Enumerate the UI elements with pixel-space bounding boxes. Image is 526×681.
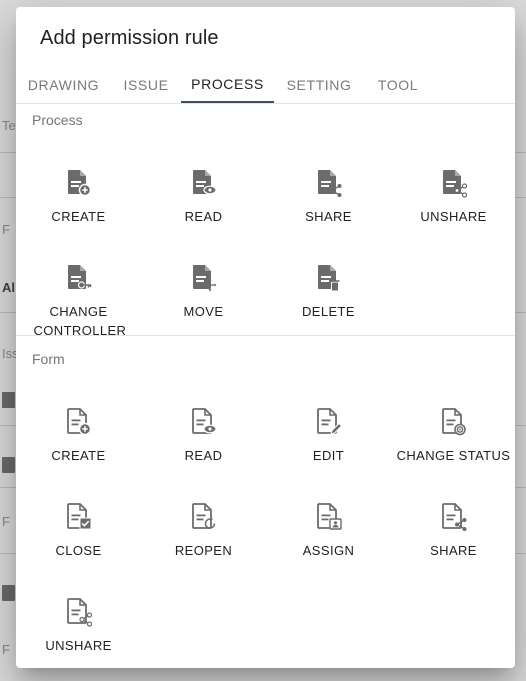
process-unshare-button[interactable]: UNSHARE — [391, 147, 515, 242]
tab-tool[interactable]: TOOL — [364, 67, 432, 103]
permission-label: ASSIGN — [302, 543, 355, 558]
background-form-icon — [2, 392, 15, 408]
process-share-button[interactable]: SHARE — [266, 147, 391, 242]
form-edit-icon — [313, 406, 345, 443]
form-close-button[interactable]: CLOSE — [16, 481, 141, 576]
process-move-button[interactable]: MOVE — [141, 242, 266, 337]
tab-process[interactable]: PROCESS — [181, 67, 274, 103]
tab-issue[interactable]: ISSUE — [111, 67, 181, 103]
form-add-icon — [63, 406, 95, 443]
form-permissions-grid: CREATE READ EDIT CHANGE STATUS CLOSE REO… — [16, 386, 515, 668]
section-title-process: Process — [32, 112, 83, 128]
file-share-icon — [313, 167, 345, 204]
file-eye-icon — [188, 167, 220, 204]
background-form-icon — [2, 585, 15, 601]
form-assign-icon — [313, 501, 345, 538]
section-title-form: Form — [32, 351, 65, 367]
tab-drawing[interactable]: DRAWING — [16, 67, 111, 103]
background-text: F — [2, 222, 10, 237]
permission-label: MOVE — [183, 304, 224, 319]
process-permissions-grid: CREATE READ SHARE UNSHARE CHANGE CONTROL… — [16, 147, 515, 338]
permission-category-tabs: DRAWING ISSUE PROCESS SETTING TOOL — [16, 67, 515, 104]
background-text: Al — [2, 280, 15, 295]
permission-label: CHANGE STATUS — [396, 448, 511, 463]
file-key-icon — [63, 262, 95, 299]
file-move-icon — [188, 262, 220, 299]
form-share-icon — [438, 501, 470, 538]
process-create-button[interactable]: CREATE — [16, 147, 141, 242]
permission-label: UNSHARE — [420, 209, 487, 224]
permission-label: READ — [184, 209, 223, 224]
add-permission-rule-dialog: Add permission rule DRAWING ISSUE PROCES… — [16, 7, 515, 668]
form-unshare-icon — [63, 596, 95, 633]
process-read-button[interactable]: READ — [141, 147, 266, 242]
background-text: Te — [2, 118, 16, 133]
form-unshare-button[interactable]: UNSHARE — [16, 576, 141, 668]
file-unshare-icon — [438, 167, 470, 204]
permission-label: DELETE — [302, 304, 355, 319]
permission-label: CLOSE — [55, 543, 102, 558]
file-delete-icon — [313, 262, 345, 299]
background-text: F — [2, 514, 10, 529]
section-divider — [16, 335, 515, 336]
form-reopen-button[interactable]: REOPEN — [141, 481, 266, 576]
permission-label: REOPEN — [174, 543, 233, 558]
permission-label: UNSHARE — [45, 638, 112, 653]
background-text: F — [2, 642, 10, 657]
file-add-icon — [63, 167, 95, 204]
form-share-button[interactable]: SHARE — [391, 481, 515, 576]
form-status-icon — [438, 406, 470, 443]
tab-setting[interactable]: SETTING — [274, 67, 364, 103]
permission-label: SHARE — [305, 209, 352, 224]
permission-label: READ — [184, 448, 223, 463]
form-assign-button[interactable]: ASSIGN — [266, 481, 391, 576]
permission-label: EDIT — [312, 448, 345, 463]
form-read-button[interactable]: READ — [141, 386, 266, 481]
form-edit-button[interactable]: EDIT — [266, 386, 391, 481]
permission-label: CREATE — [51, 448, 106, 463]
dialog-title: Add permission rule — [40, 27, 219, 49]
form-check-icon — [63, 501, 95, 538]
process-change-controller-button[interactable]: CHANGE CONTROLLER — [16, 242, 141, 338]
permission-label: CREATE — [51, 209, 106, 224]
process-delete-button[interactable]: DELETE — [266, 242, 391, 337]
form-reopen-icon — [188, 501, 220, 538]
permission-label: SHARE — [430, 543, 477, 558]
form-eye-icon — [188, 406, 220, 443]
background-form-icon — [2, 457, 15, 473]
form-change-status-button[interactable]: CHANGE STATUS — [391, 386, 515, 481]
form-create-button[interactable]: CREATE — [16, 386, 141, 481]
